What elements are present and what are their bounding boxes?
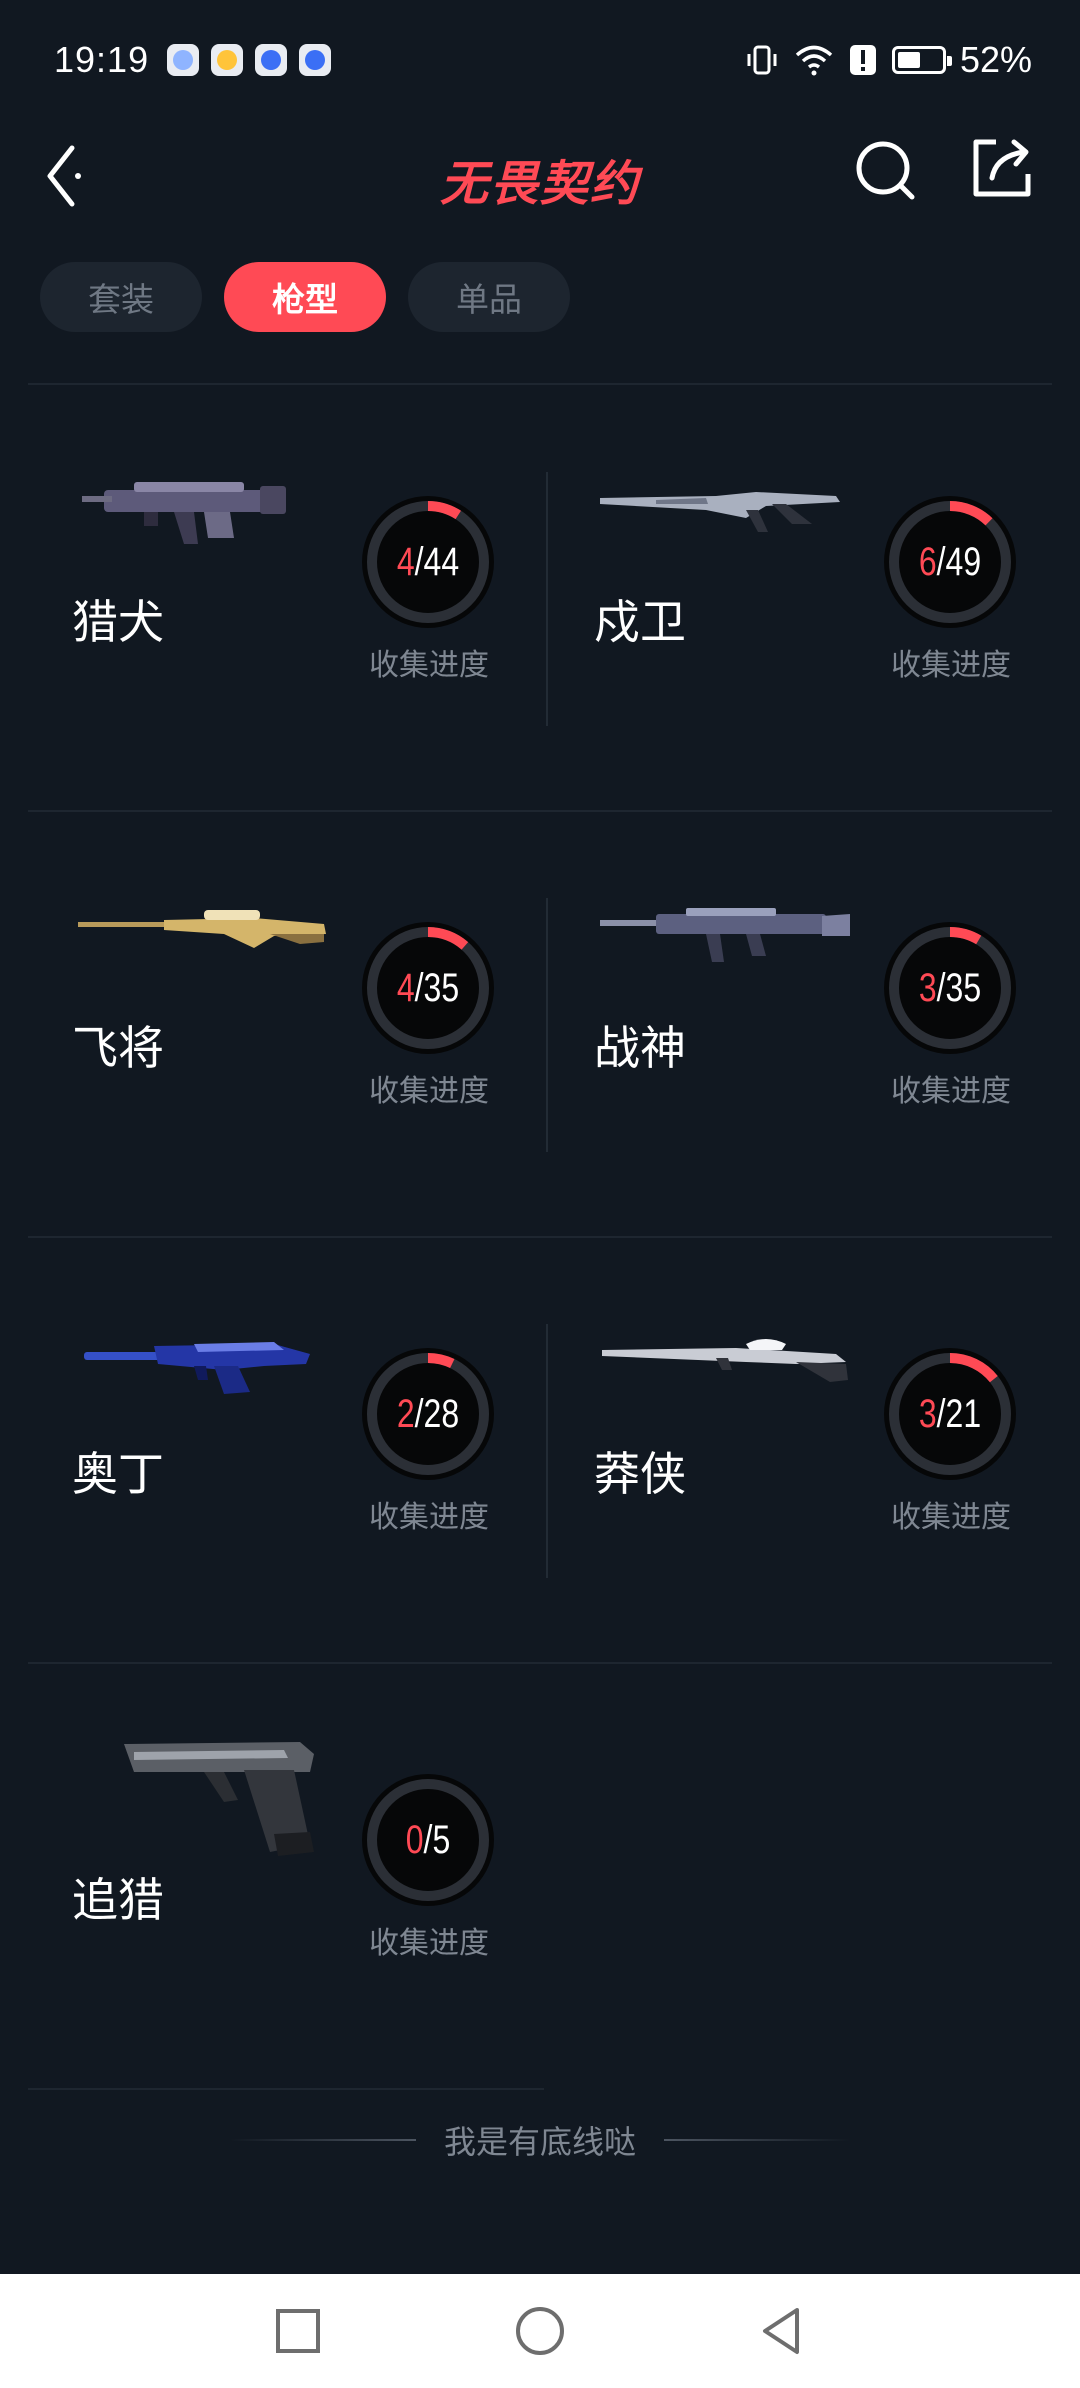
collection-progress-ring: 2/28 — [358, 1344, 498, 1484]
owned-count: 4 — [396, 965, 415, 1010]
owned-count: 0 — [405, 1817, 424, 1862]
weapon-name: 追猎 — [72, 1873, 164, 1927]
triangle-back-icon — [763, 2308, 799, 2354]
weapon-name: 戍卫 — [594, 595, 686, 649]
weapon-name: 奥丁 — [72, 1447, 164, 1501]
weapon-card-sheriff[interactable]: 追猎 0/5 收集进度 — [26, 1664, 538, 2090]
back-nav-button[interactable] — [752, 2301, 812, 2361]
owned-count: 4 — [396, 539, 415, 584]
home-button[interactable] — [510, 2301, 570, 2361]
weapon-name: 莽侠 — [594, 1447, 686, 1501]
total-count: /5 — [423, 1817, 451, 1862]
pistol-icon — [124, 1742, 314, 1856]
search-button[interactable] — [846, 130, 926, 210]
top-nav-bar: 无畏契约 — [0, 110, 1080, 240]
progress-label: 收集进度 — [369, 648, 489, 683]
category-tabs: 套装 枪型 单品 — [40, 262, 570, 332]
weapon-card-odin[interactable]: 奥丁 2/28 收集进度 — [26, 1238, 538, 1664]
weapon-name: 飞将 — [72, 1021, 164, 1075]
owned-count: 2 — [396, 1391, 415, 1436]
progress-label: 收集进度 — [891, 1074, 1011, 1109]
wifi-icon — [795, 45, 833, 76]
divider — [229, 2139, 416, 2141]
progress-label: 收集进度 — [891, 648, 1011, 683]
total-count: /21 — [936, 1391, 982, 1436]
owned-count: 6 — [918, 539, 937, 584]
lmg-icon — [600, 908, 850, 962]
system-navigation-bar — [0, 2274, 1080, 2388]
tab-sets[interactable]: 套装 — [40, 262, 202, 332]
tab-single-items[interactable]: 单品 — [408, 262, 570, 332]
smg-icon — [82, 482, 286, 544]
app-notification-icon — [167, 44, 200, 76]
divider — [28, 383, 1052, 385]
weapon-card-outlaw[interactable]: 莽侠 3/21 收集进度 — [548, 1238, 1060, 1664]
weapon-card-operator[interactable]: 飞将 4/35 收集进度 — [26, 812, 538, 1238]
marksman-rifle-icon — [602, 1339, 848, 1382]
progress-label: 收集进度 — [369, 1074, 489, 1109]
search-icon — [856, 141, 915, 200]
alert-icon — [849, 45, 876, 75]
collection-progress-ring: 4/44 — [358, 492, 498, 632]
progress-label: 收集进度 — [369, 1926, 489, 1961]
browser-notification-icon — [299, 44, 332, 76]
weapon-card-spectre[interactable]: 猎犬 4/44 收集进度 — [26, 386, 538, 812]
vibrate-icon — [747, 45, 777, 75]
owned-count: 3 — [918, 1391, 937, 1436]
total-count: /35 — [936, 965, 982, 1010]
rifle-icon — [600, 492, 840, 532]
collection-progress-ring: 6/49 — [880, 492, 1020, 632]
status-time: 19:19 — [54, 39, 150, 80]
total-count: /28 — [414, 1391, 460, 1436]
divider — [664, 2139, 850, 2141]
total-count: /35 — [414, 965, 460, 1010]
battery-icon — [891, 46, 952, 74]
battery-percentage: 52% — [959, 39, 1032, 80]
heavy-gun-icon — [84, 1342, 310, 1394]
sniper-icon — [78, 910, 326, 948]
tab-weapon-types[interactable]: 枪型 — [224, 262, 386, 332]
collection-progress-ring: 3/35 — [880, 918, 1020, 1058]
weapon-name: 战神 — [594, 1021, 686, 1075]
total-count: /44 — [414, 539, 460, 584]
collection-progress-ring: 4/35 — [358, 918, 498, 1058]
collection-progress-ring: 3/21 — [880, 1344, 1020, 1484]
circle-icon — [516, 2307, 564, 2355]
end-of-list-text: 我是有底线哒 — [443, 2123, 636, 2161]
status-bar: 19:19 52% — [0, 0, 1080, 120]
share-button[interactable] — [962, 128, 1042, 208]
progress-label: 收集进度 — [891, 1500, 1011, 1535]
square-icon — [276, 2309, 320, 2353]
browser-notification-icon — [255, 44, 288, 76]
collection-progress-ring: 0/5 — [358, 1770, 498, 1910]
share-icon — [973, 139, 1031, 197]
owned-count: 3 — [918, 965, 937, 1010]
weapon-name: 猎犬 — [72, 595, 164, 649]
weapon-card-ares[interactable]: 战神 3/35 收集进度 — [548, 812, 1060, 1238]
list-end-footer: 我是有底线哒 — [0, 2110, 1080, 2170]
progress-label: 收集进度 — [369, 1500, 489, 1535]
recent-apps-button[interactable] — [268, 2301, 328, 2361]
notification-icons — [167, 44, 332, 76]
weather-notification-icon — [211, 44, 244, 76]
total-count: /49 — [936, 539, 982, 584]
weapon-card-guardian[interactable]: 戍卫 6/49 收集进度 — [548, 386, 1060, 812]
